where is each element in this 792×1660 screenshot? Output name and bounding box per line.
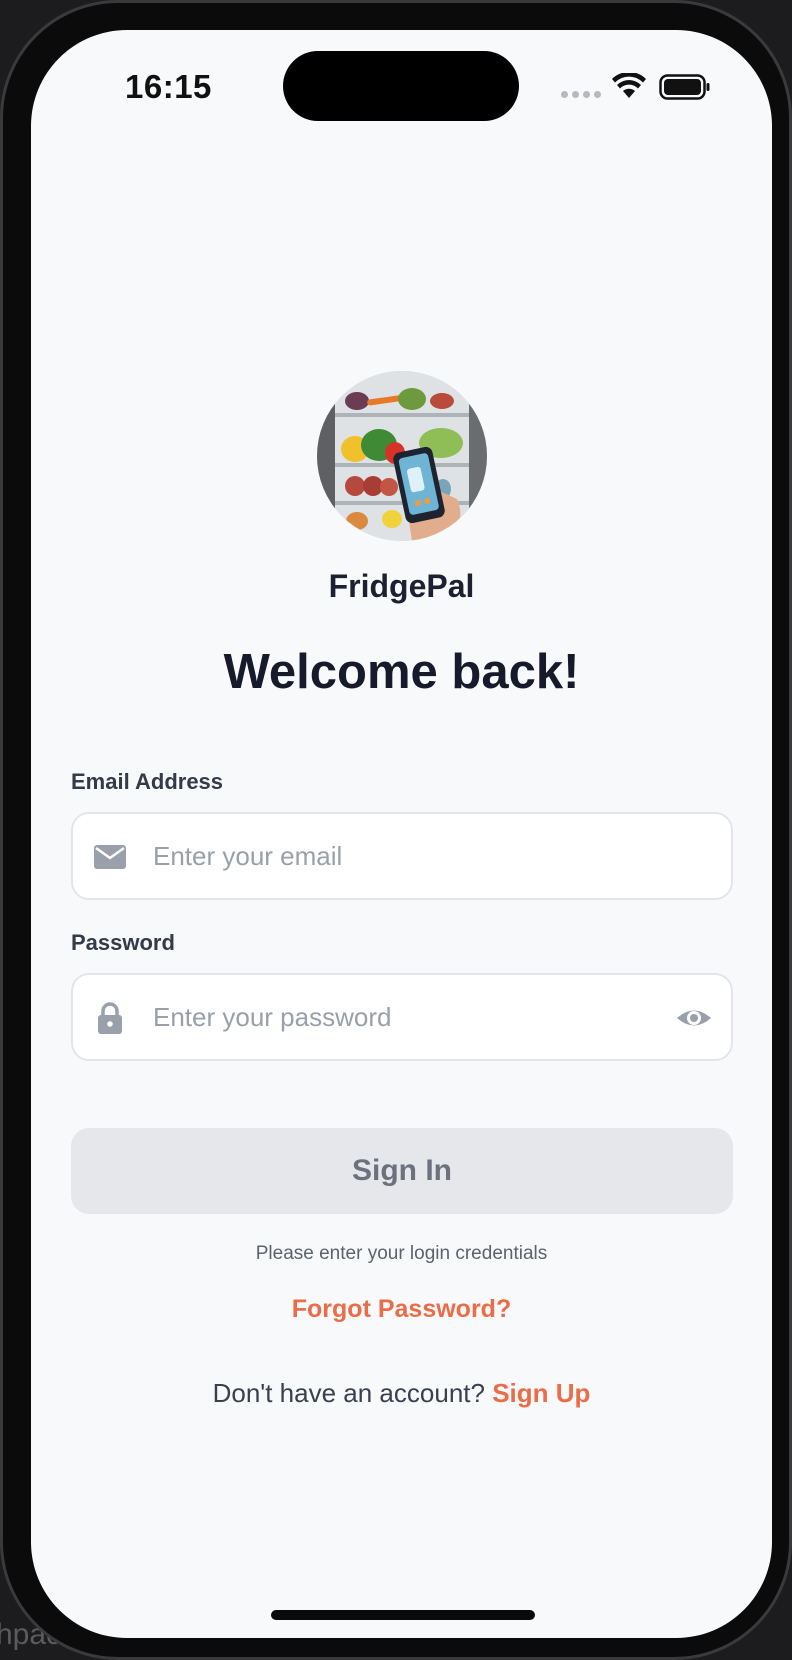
fridgepal-logo xyxy=(317,371,487,541)
credentials-hint: Please enter your login credentials xyxy=(255,1243,548,1264)
status-time: 16:15 xyxy=(125,68,212,105)
dynamic-island xyxy=(283,51,519,121)
app-name: FridgePal xyxy=(328,568,475,604)
envelope-icon xyxy=(94,845,126,869)
lock-icon xyxy=(98,1002,122,1034)
home-indicator[interactable] xyxy=(271,1610,535,1620)
signup-prompt: Don't have an account? xyxy=(212,1378,485,1408)
sign-in-button[interactable]: Sign In xyxy=(71,1128,733,1214)
battery-icon xyxy=(659,74,710,100)
email-label: Email Address xyxy=(71,769,224,794)
signup-row: Don't have an account? Sign Up xyxy=(31,1378,772,1409)
password-field[interactable]: Enter your password xyxy=(71,973,733,1061)
email-placeholder: Enter your email xyxy=(153,841,343,871)
login-screen: 16:15 FridgePal Welcome back! Email Addr… xyxy=(31,30,772,1638)
forgot-password-link[interactable]: Forgot Password? xyxy=(31,1295,772,1324)
phone-frame: 16:15 FridgePal Welcome back! Email Addr… xyxy=(0,0,792,1660)
eye-icon[interactable] xyxy=(675,1001,713,1035)
welcome-heading: Welcome back! xyxy=(223,645,580,699)
cellular-signal-icon xyxy=(561,91,601,98)
password-placeholder: Enter your password xyxy=(153,1002,392,1032)
wifi-icon xyxy=(612,73,646,98)
sign-up-link[interactable]: Sign Up xyxy=(492,1378,590,1408)
password-label: Password xyxy=(71,930,175,955)
email-field[interactable]: Enter your email xyxy=(71,812,733,900)
